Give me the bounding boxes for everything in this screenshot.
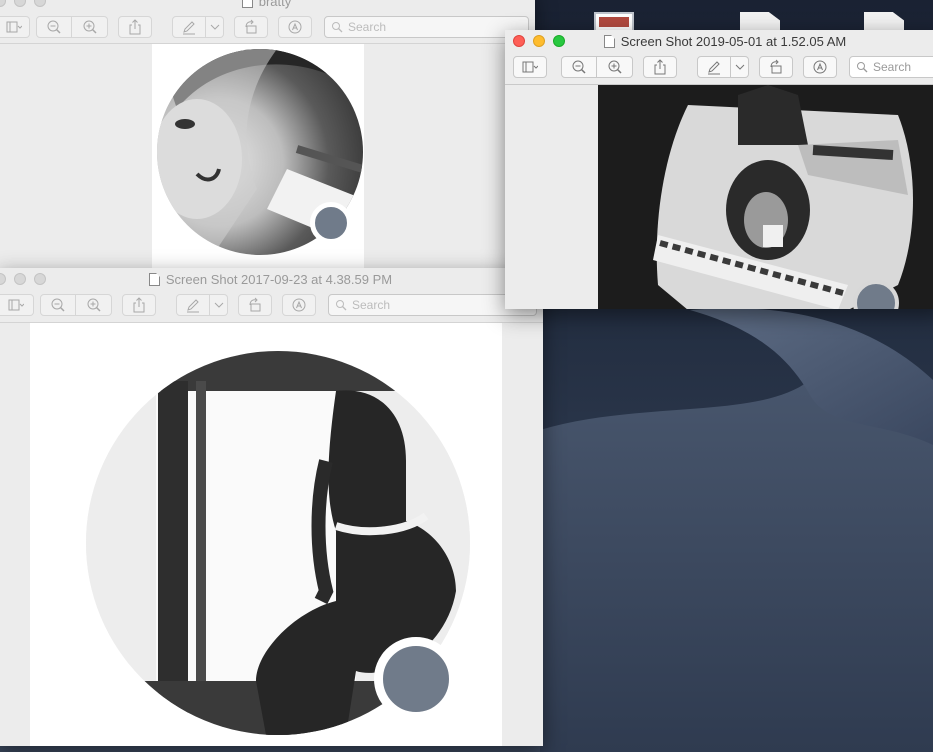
zoom-button[interactable] [553, 35, 565, 47]
annotate-circle-a-icon [292, 298, 306, 312]
zoom-in-icon [87, 298, 101, 312]
minimize-button[interactable] [14, 273, 26, 285]
share-button[interactable] [122, 294, 156, 316]
window-title: Screen Shot 2019-05-01 at 1.52.05 AM [620, 33, 847, 49]
window-titlebar[interactable]: bratty [0, 0, 535, 12]
status-badge [310, 202, 352, 244]
zoom-out-icon [47, 20, 61, 34]
markup-button[interactable] [172, 16, 206, 38]
sidebar-toggle-button[interactable] [0, 16, 30, 38]
zoom-out-button[interactable] [561, 56, 597, 78]
zoom-out-icon [572, 60, 586, 74]
search-input[interactable]: Search [849, 56, 933, 78]
document-icon [148, 272, 160, 286]
zoom-in-button[interactable] [597, 56, 633, 78]
share-icon [654, 59, 666, 75]
zoom-in-icon [83, 20, 97, 34]
markup-menu-button[interactable] [731, 56, 749, 78]
window-titlebar[interactable]: Screen Shot 2017-09-23 at 4.38.59 PM [0, 268, 543, 290]
rotate-button[interactable] [759, 56, 793, 78]
rotate-icon [249, 297, 261, 312]
share-icon [129, 19, 141, 35]
zoom-out-icon [51, 298, 65, 312]
document-view[interactable] [0, 43, 535, 270]
magnifier-icon [857, 62, 868, 73]
annotate-button[interactable] [278, 16, 312, 38]
markup-menu-button[interactable] [206, 16, 224, 38]
markup-menu-button[interactable] [210, 294, 228, 316]
zoom-button[interactable] [34, 0, 46, 7]
rotate-icon [245, 19, 257, 34]
share-icon [133, 297, 145, 313]
document-view[interactable] [0, 322, 543, 746]
sidebar-toggle-icon [8, 299, 24, 311]
document-view[interactable] [505, 84, 933, 309]
share-button[interactable] [643, 56, 677, 78]
markup-button[interactable] [697, 56, 731, 78]
document-icon [241, 0, 253, 8]
chevron-down-icon [214, 302, 223, 308]
chevron-down-icon [735, 64, 744, 70]
pixelated-photo [598, 85, 933, 309]
share-button[interactable] [118, 16, 152, 38]
preview-window-bratty[interactable]: bratty Search [0, 0, 535, 270]
zoom-out-button[interactable] [36, 16, 72, 38]
annotate-circle-a-icon [813, 60, 827, 74]
window-title: Screen Shot 2017-09-23 at 4.38.59 PM [165, 271, 393, 287]
magnifier-icon [336, 300, 347, 311]
annotate-button[interactable] [803, 56, 837, 78]
zoom-in-icon [608, 60, 622, 74]
annotate-circle-a-icon [288, 20, 302, 34]
document-icon [603, 34, 615, 48]
pen-markup-icon [183, 21, 195, 35]
zoom-button[interactable] [34, 273, 46, 285]
minimize-button[interactable] [14, 0, 26, 7]
preview-window-screenshot-2017[interactable]: Screen Shot 2017-09-23 at 4.38.59 PM Sea… [0, 268, 543, 746]
zoom-in-button[interactable] [72, 16, 108, 38]
markup-button[interactable] [176, 294, 210, 316]
annotate-button[interactable] [282, 294, 316, 316]
close-button[interactable] [513, 35, 525, 47]
zoom-out-button[interactable] [40, 294, 76, 316]
magnifier-icon [332, 22, 343, 33]
preview-window-screenshot-2019[interactable]: Screen Shot 2019-05-01 at 1.52.05 AM Sea… [505, 30, 933, 309]
chevron-down-icon [210, 24, 219, 30]
image-canvas [152, 44, 364, 270]
search-input[interactable]: Search [324, 16, 529, 38]
sidebar-toggle-button[interactable] [513, 56, 547, 78]
minimize-button[interactable] [533, 35, 545, 47]
window-titlebar[interactable]: Screen Shot 2019-05-01 at 1.52.05 AM [505, 30, 933, 52]
sidebar-toggle-icon [522, 61, 538, 73]
image-canvas [30, 323, 502, 746]
sidebar-toggle-button[interactable] [0, 294, 34, 316]
search-placeholder: Search [348, 20, 387, 34]
status-badge [374, 637, 458, 721]
sidebar-toggle-icon [6, 21, 22, 33]
rotate-icon [770, 59, 782, 74]
close-button[interactable] [0, 273, 6, 285]
search-placeholder: Search [873, 60, 912, 74]
search-placeholder: Search [352, 298, 391, 312]
close-button[interactable] [0, 0, 6, 7]
rotate-button[interactable] [238, 294, 272, 316]
zoom-in-button[interactable] [76, 294, 112, 316]
pen-markup-icon [708, 61, 720, 75]
rotate-button[interactable] [234, 16, 268, 38]
image-canvas [598, 85, 933, 309]
window-title: bratty [258, 0, 292, 9]
pen-markup-icon [187, 299, 199, 313]
